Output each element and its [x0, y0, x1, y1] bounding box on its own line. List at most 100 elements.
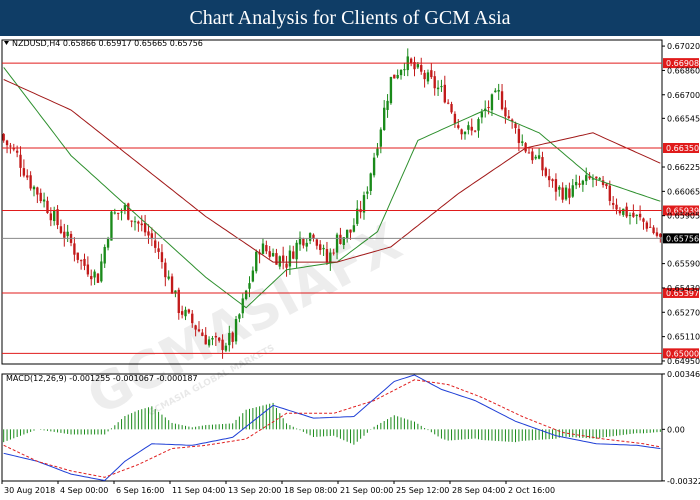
candle-body [19, 154, 22, 168]
price-tick-label: 0.65270 [667, 308, 700, 317]
candle-body [164, 262, 167, 278]
candle-body [568, 188, 571, 198]
candle-body [409, 58, 413, 64]
price-tick-label: 0.65430 [667, 284, 700, 293]
candle-body [248, 283, 251, 289]
candle-body [9, 145, 12, 147]
time-tick-label: 11 Sep 04:00 [172, 486, 225, 495]
candle-body [457, 125, 460, 128]
candle-body [140, 223, 143, 226]
price-tick-label: 0.65905 [667, 212, 700, 221]
candle-body [22, 168, 26, 176]
price-tick-label: 0.66065 [667, 187, 700, 196]
candle-body [585, 175, 588, 182]
candle-body [207, 339, 211, 346]
candle-body [541, 157, 544, 171]
candle-body [531, 151, 534, 161]
candle-body [645, 222, 649, 229]
candle-body [39, 192, 42, 202]
candle-body [389, 76, 393, 104]
time-tick-label: 4 Sep 00:00 [60, 486, 108, 495]
price-tick-label: 0.65110 [667, 333, 700, 342]
macd-tick-label: -0.003223 [667, 477, 700, 486]
candle-body [59, 226, 63, 233]
candle-body [463, 131, 467, 135]
candle-body [96, 273, 100, 283]
candle-body [329, 252, 332, 263]
candle-body [295, 242, 298, 260]
macd-header: MACD(12,26,9) -0.001255 -0.001067 -0.000… [6, 374, 198, 383]
candle-body [36, 187, 39, 195]
candle-body [632, 212, 635, 217]
candle-body [191, 313, 194, 324]
candle-body [221, 339, 224, 350]
candle-body [214, 336, 218, 338]
price-tick-label: 0.67020 [667, 42, 700, 51]
candle-body [281, 255, 285, 262]
price-tick-label: 0.65590 [667, 260, 700, 269]
candle-body [93, 271, 96, 278]
candle-body [507, 116, 510, 119]
candle-body [79, 260, 83, 262]
candle-body [76, 252, 79, 260]
candle-body [500, 91, 504, 110]
candle-body [615, 204, 618, 210]
candle-body [578, 183, 581, 185]
candle-body [420, 65, 423, 72]
price-tick-label: 0.66225 [667, 163, 700, 172]
symbol-header: NZDUSD,H4 0.65866 0.65917 0.65665 0.6575… [12, 39, 203, 48]
candle-body [288, 250, 292, 267]
candle-body [494, 90, 497, 93]
candle-body [369, 173, 372, 191]
candle-body [595, 176, 598, 179]
candle-body [345, 229, 349, 238]
candle-body [315, 239, 319, 246]
candle-body [366, 191, 369, 194]
candle-body [201, 332, 204, 336]
candle-body [558, 186, 561, 190]
candle-body [261, 243, 265, 254]
candle-body [622, 208, 625, 215]
candle-body [608, 185, 611, 201]
candle-body [147, 231, 150, 236]
candle-body [446, 102, 450, 104]
candle-body [554, 179, 558, 192]
candle-body [103, 246, 106, 264]
candle-body [42, 199, 46, 202]
time-tick-label: 13 Sep 20:00 [228, 486, 281, 495]
candle-body [137, 221, 140, 224]
candle-body [352, 225, 356, 232]
candle-body [581, 180, 585, 185]
time-tick-label: 6 Sep 16:00 [116, 486, 164, 495]
candle-body [56, 209, 59, 226]
candle-body [393, 74, 396, 79]
candle-body [335, 234, 339, 253]
candle-body [160, 252, 164, 263]
candle-body [86, 264, 90, 275]
candle-body [440, 86, 443, 88]
candle-body [325, 249, 329, 263]
candle-body [29, 175, 32, 189]
candle-body [659, 233, 662, 237]
candle-body [611, 203, 615, 205]
candle-body [467, 125, 470, 130]
candle-body [113, 212, 116, 214]
trading-chart: GCMASIAFXGCMASIA GLOBAL MARKETS 0.669080… [0, 36, 700, 500]
candle-body [339, 234, 342, 245]
candle-body [564, 187, 568, 200]
candle-body [524, 143, 527, 152]
candle-body [180, 311, 184, 315]
candle-body [504, 107, 507, 117]
candle-body [53, 210, 56, 222]
candle-body [150, 233, 154, 239]
candle-body [403, 69, 406, 71]
candle-body [268, 251, 271, 257]
price-tick-label: 0.64950 [667, 357, 700, 366]
candle-body [194, 325, 197, 330]
time-tick-label: 18 Sep 08:00 [284, 486, 337, 495]
macd-tick-label: 0.003463 [667, 370, 700, 379]
candle-body [305, 242, 308, 247]
candle-body [443, 84, 446, 103]
time-tick-label: 25 Sep 12:00 [396, 486, 449, 495]
candle-body [561, 187, 564, 200]
